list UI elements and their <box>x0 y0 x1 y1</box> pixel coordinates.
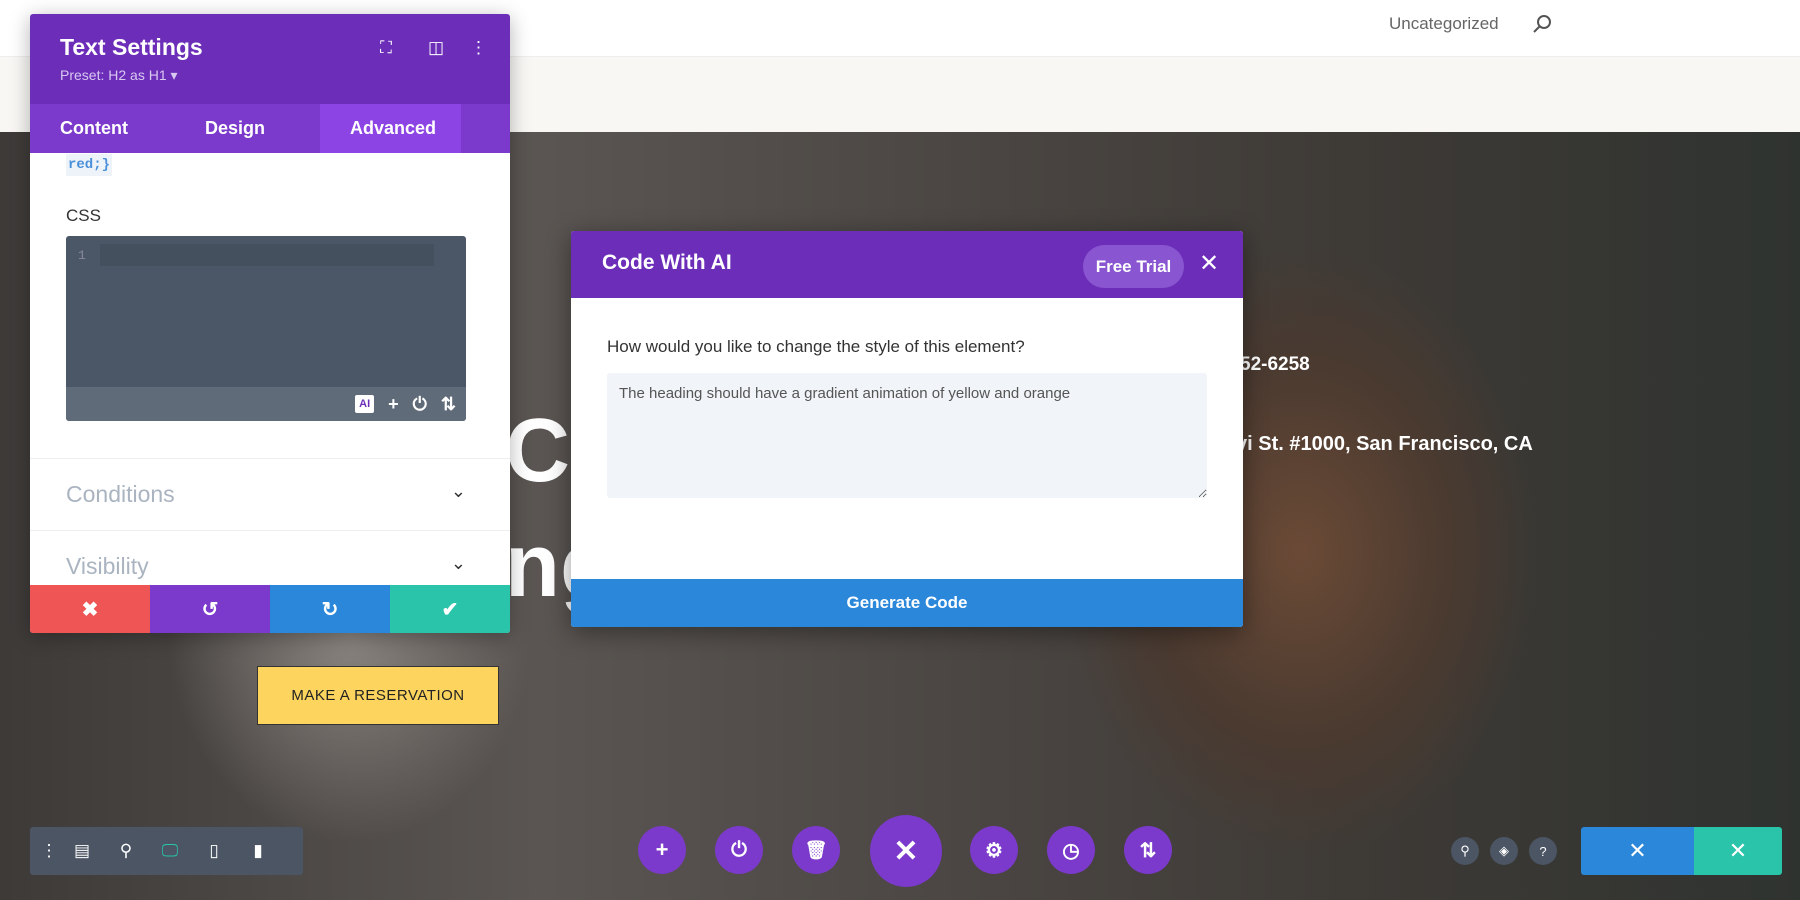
wireframe-icon[interactable]: ▤ <box>60 841 104 861</box>
more-options-icon[interactable]: ⋮ <box>38 841 60 861</box>
add-icon[interactable]: + <box>638 826 686 874</box>
section-label: Visibility <box>66 553 149 579</box>
chevron-down-icon: ⌄ <box>450 481 466 501</box>
history-icon[interactable]: ◷ <box>1047 826 1095 874</box>
search-icon[interactable]: ⚲ <box>1451 837 1479 865</box>
save-exit-button[interactable]: ✕ <box>1694 827 1782 875</box>
section-conditions[interactable]: Conditions ⌄ <box>30 458 510 530</box>
redo-button[interactable]: ↻ <box>270 585 390 633</box>
tab-content[interactable]: Content <box>30 104 175 153</box>
view-mode-toolbar: ⋮ ▤ ⚲ 🖵 ▯ ▮ <box>30 827 303 875</box>
tab-design[interactable]: Design <box>175 104 320 153</box>
focus-icon[interactable]: ⛶ <box>380 38 392 58</box>
phone-icon[interactable]: ▮ <box>236 841 280 861</box>
power-icon[interactable]: ⏻ <box>715 826 763 874</box>
code-snippet: red;} <box>66 154 113 176</box>
css-editor[interactable]: 1 AI + ⏻ ⇅ <box>66 236 466 421</box>
sort-arrows-icon[interactable]: ⇅ <box>441 394 456 415</box>
editor-toolbar: AI + ⏻ ⇅ <box>66 387 466 421</box>
phone-text: 52-6258 <box>1240 354 1310 375</box>
undo-button[interactable]: ↺ <box>150 585 270 633</box>
close-icon[interactable]: ✕ <box>870 815 942 887</box>
preset-label: Preset: H2 as H1 <box>60 67 167 83</box>
panel-title: Text Settings <box>60 34 203 60</box>
line-number: 1 <box>78 248 86 263</box>
tab-advanced[interactable]: Advanced <box>320 104 461 153</box>
active-line <box>100 244 434 266</box>
panel-header: Text Settings Preset: H2 as H1 ▾ ⛶ ◫ ⋮ <box>30 14 510 104</box>
nav-link-uncategorized[interactable]: Uncategorized <box>1389 14 1499 34</box>
zoom-icon[interactable]: ⚲ <box>104 841 148 861</box>
more-options-icon[interactable]: ⋮ <box>470 38 487 58</box>
prompt-textarea[interactable]: The heading should have a gradient anima… <box>607 373 1207 498</box>
power-icon[interactable]: ⏻ <box>413 394 427 415</box>
desktop-icon[interactable]: 🖵 <box>148 841 192 861</box>
gear-icon[interactable]: ⚙ <box>970 826 1018 874</box>
layers-icon[interactable]: ◈ <box>1490 837 1518 865</box>
tablet-icon[interactable]: ▯ <box>192 841 236 861</box>
css-label: CSS <box>66 206 101 225</box>
code-with-ai-modal: Code With AI Free Trial ✕ How would you … <box>571 231 1243 627</box>
chevron-down-icon: ⌄ <box>450 553 466 573</box>
prompt-label: How would you like to change the style o… <box>607 337 1025 356</box>
plus-icon[interactable]: + <box>388 394 399 415</box>
panel-footer: ✖ ↺ ↻ ✔ <box>30 585 510 633</box>
search-icon[interactable] <box>1532 14 1552 34</box>
free-trial-button[interactable]: Free Trial <box>1083 245 1184 288</box>
trash-icon[interactable]: 🗑 <box>792 826 840 874</box>
save-check-button[interactable]: ✔ <box>390 585 510 633</box>
generate-code-button[interactable]: Generate Code <box>571 579 1243 627</box>
portability-icon[interactable]: ⇅ <box>1124 826 1172 874</box>
address-text: vi St. #1000, San Francisco, CA <box>1236 433 1533 455</box>
ai-button[interactable]: AI <box>355 395 375 413</box>
exit-button[interactable]: ✕ <box>1581 827 1694 875</box>
split-view-icon[interactable]: ◫ <box>428 38 444 58</box>
help-icon[interactable]: ? <box>1529 837 1557 865</box>
close-icon[interactable]: ✕ <box>1199 249 1219 278</box>
text-settings-panel: Text Settings Preset: H2 as H1 ▾ ⛶ ◫ ⋮ C… <box>30 14 510 633</box>
section-label: Conditions <box>66 481 175 507</box>
preset-dropdown[interactable]: Preset: H2 as H1 ▾ <box>60 67 480 84</box>
make-reservation-button[interactable]: MAKE A RESERVATION <box>257 666 499 725</box>
discard-button[interactable]: ✖ <box>30 585 150 633</box>
modal-title: Code With AI <box>602 251 732 274</box>
modal-header: Code With AI Free Trial ✕ <box>571 231 1243 298</box>
panel-tabs: Content Design Advanced <box>30 104 510 153</box>
